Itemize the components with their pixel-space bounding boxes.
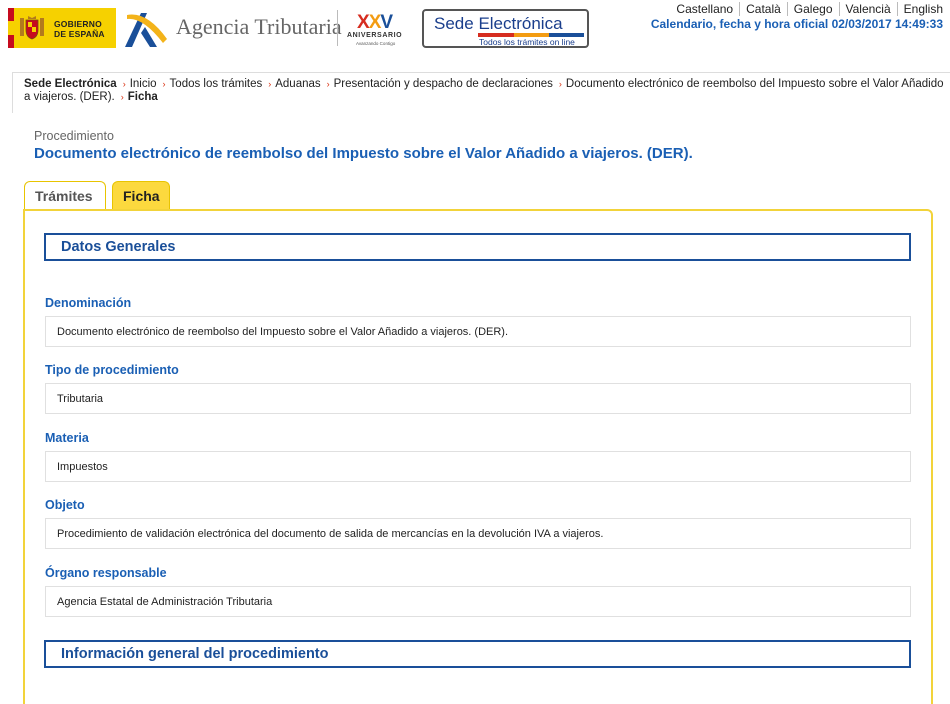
lang-valencia[interactable]: Valencià — [838, 2, 897, 16]
tab-ficha[interactable]: Ficha — [112, 181, 170, 210]
lang-catala[interactable]: Català — [739, 2, 787, 16]
anniversary-number: XXV — [357, 12, 393, 33]
page-title: Documento electrónico de reembolso del I… — [34, 145, 693, 162]
procedure-kicker: Procedimiento — [34, 129, 114, 143]
anniversary-sub: Avanzando Contigo — [356, 41, 396, 46]
breadcrumb-aduanas[interactable]: Aduanas — [275, 78, 320, 90]
gobierno-de-espana-logo[interactable]: GOBIERNO DE ESPAÑA — [8, 8, 116, 48]
section-informacion-general: Información general del procedimiento — [44, 640, 911, 668]
field-value-materia: Impuestos — [45, 451, 911, 482]
sede-subtitle: Todos los trámites on line — [479, 37, 575, 47]
breadcrumb-root[interactable]: Sede Electrónica — [24, 78, 117, 90]
field-value-objeto: Procedimiento de validación electrónica … — [45, 518, 911, 549]
sede-electronica-logo[interactable]: Sede Electrónica Todos los trámites on l… — [422, 9, 589, 48]
field-value-organo: Agencia Estatal de Administración Tribut… — [45, 586, 911, 617]
breadcrumb-arrow-icon: › — [120, 92, 124, 102]
official-clock-link[interactable]: Calendario, fecha y hora oficial 02/03/2… — [651, 17, 943, 31]
field-value-tipo: Tributaria — [45, 383, 911, 414]
spain-flag-icon — [8, 8, 14, 48]
breadcrumb-presentacion[interactable]: Presentación y despacho de declaraciones — [334, 78, 553, 90]
breadcrumb-todos-tramites[interactable]: Todos los trámites — [170, 78, 263, 90]
coat-of-arms-icon — [20, 16, 44, 40]
field-label-materia: Materia — [45, 431, 89, 445]
header-divider — [337, 10, 338, 46]
gov-logo-text: GOBIERNO DE ESPAÑA — [54, 19, 105, 39]
field-value-denominacion: Documento electrónico de reembolso del I… — [45, 316, 911, 347]
language-selector: Castellano Català Galego Valencià English — [670, 2, 943, 16]
anniversary-logo: XXV ANIVERSARIO Avanzando Contigo — [347, 12, 413, 46]
anniversary-label: ANIVERSARIO — [347, 32, 403, 39]
agencia-tributaria-logo-icon[interactable] — [123, 9, 169, 49]
breadcrumb-arrow-icon: › — [162, 79, 166, 89]
breadcrumb-arrow-icon: › — [558, 79, 562, 89]
tab-tramites[interactable]: Trámites — [24, 181, 106, 210]
field-label-organo: Órgano responsable — [45, 566, 167, 580]
lang-castellano[interactable]: Castellano — [670, 2, 739, 16]
breadcrumb: Sede Electrónica › Inicio › Todos los trámit… — [12, 72, 950, 113]
lang-galego[interactable]: Galego — [786, 2, 839, 16]
field-label-tipo: Tipo de procedimiento — [45, 363, 179, 377]
site-header: GOBIERNO DE ESPAÑA Agencia Tributaria XX… — [0, 0, 950, 56]
breadcrumb-inicio[interactable]: Inicio — [130, 78, 157, 90]
sede-title: Sede Electrónica — [434, 14, 563, 35]
section-datos-generales: Datos Generales — [44, 233, 911, 261]
breadcrumb-arrow-icon: › — [268, 79, 272, 89]
breadcrumb-arrow-icon: › — [122, 79, 126, 89]
lang-english[interactable]: English — [896, 2, 943, 16]
field-label-denominacion: Denominación — [45, 296, 132, 310]
field-label-objeto: Objeto — [45, 498, 85, 512]
breadcrumb-arrow-icon: › — [326, 79, 330, 89]
breadcrumb-current: Ficha — [127, 91, 158, 103]
agency-name[interactable]: Agencia Tributaria — [176, 14, 342, 40]
